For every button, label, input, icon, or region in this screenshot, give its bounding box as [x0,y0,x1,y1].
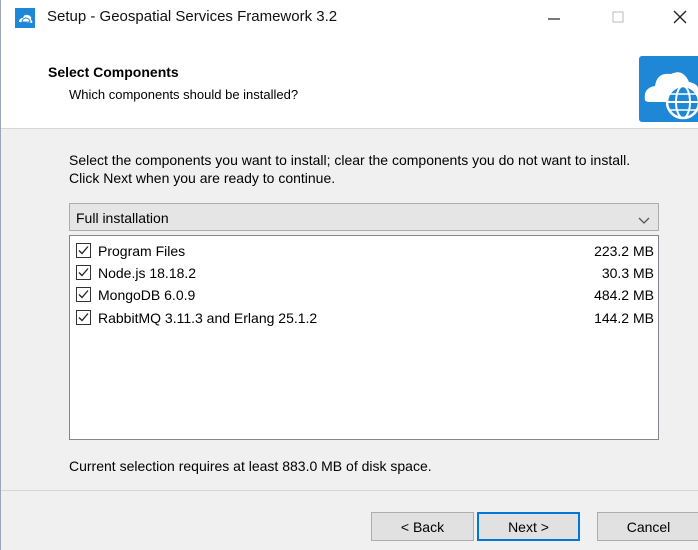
app-cloud-globe-icon [15,8,35,28]
list-item[interactable]: RabbitMQ 3.11.3 and Erlang 25.1.2 144.2 … [76,307,654,329]
checkmark-icon [78,290,89,299]
component-label: MongoDB 6.0.9 [98,287,196,303]
component-label: RabbitMQ 3.11.3 and Erlang 25.1.2 [98,310,318,326]
footer-divider [1,490,698,491]
close-button[interactable] [657,0,698,34]
checkmark-icon [78,246,89,255]
checkbox[interactable] [76,265,91,280]
checkbox[interactable] [76,310,91,325]
list-item[interactable]: MongoDB 6.0.9 484.2 MB [76,284,654,306]
component-size: 223.2 MB [594,243,654,259]
components-list[interactable]: Program Files 223.2 MB Node.js 18.18.2 3… [69,235,659,440]
maximize-button[interactable] [595,0,641,34]
component-size: 30.3 MB [601,265,654,281]
back-button[interactable]: < Back [371,512,474,541]
wizard-header: Select Components Which components shoul… [1,34,698,129]
chevron-down-icon [638,213,650,224]
page-title: Select Components [48,64,179,80]
setup-window: Setup - Geospatial Services Framework 3.… [0,0,698,550]
cancel-button[interactable]: Cancel [597,512,698,541]
install-type-value: Full installation [76,210,169,226]
component-label: Node.js 18.18.2 [98,265,197,281]
minimize-button[interactable] [531,0,577,34]
list-item[interactable]: Program Files 223.2 MB [76,240,654,262]
maximize-icon [612,11,624,23]
page-subtitle: Which components should be installed? [69,87,299,102]
component-label: Program Files [98,243,186,259]
checkbox[interactable] [76,287,91,302]
checkmark-icon [78,268,89,277]
checkbox[interactable] [76,243,91,258]
next-button[interactable]: Next > [477,512,580,541]
minimize-icon [548,18,560,20]
list-item[interactable]: Node.js 18.18.2 30.3 MB [76,262,654,284]
window-title: Setup - Geospatial Services Framework 3.… [47,8,338,25]
component-size: 484.2 MB [594,287,654,303]
install-type-dropdown[interactable]: Full installation [69,203,659,231]
close-icon [673,10,687,24]
cloud-globe-icon [639,56,698,122]
title-bar[interactable]: Setup - Geospatial Services Framework 3.… [1,0,698,34]
instruction-text: Select the components you want to instal… [69,152,631,186]
component-size: 144.2 MB [594,310,654,326]
disk-space-text: Current selection requires at least 883.… [69,458,432,474]
checkmark-icon [78,313,89,322]
